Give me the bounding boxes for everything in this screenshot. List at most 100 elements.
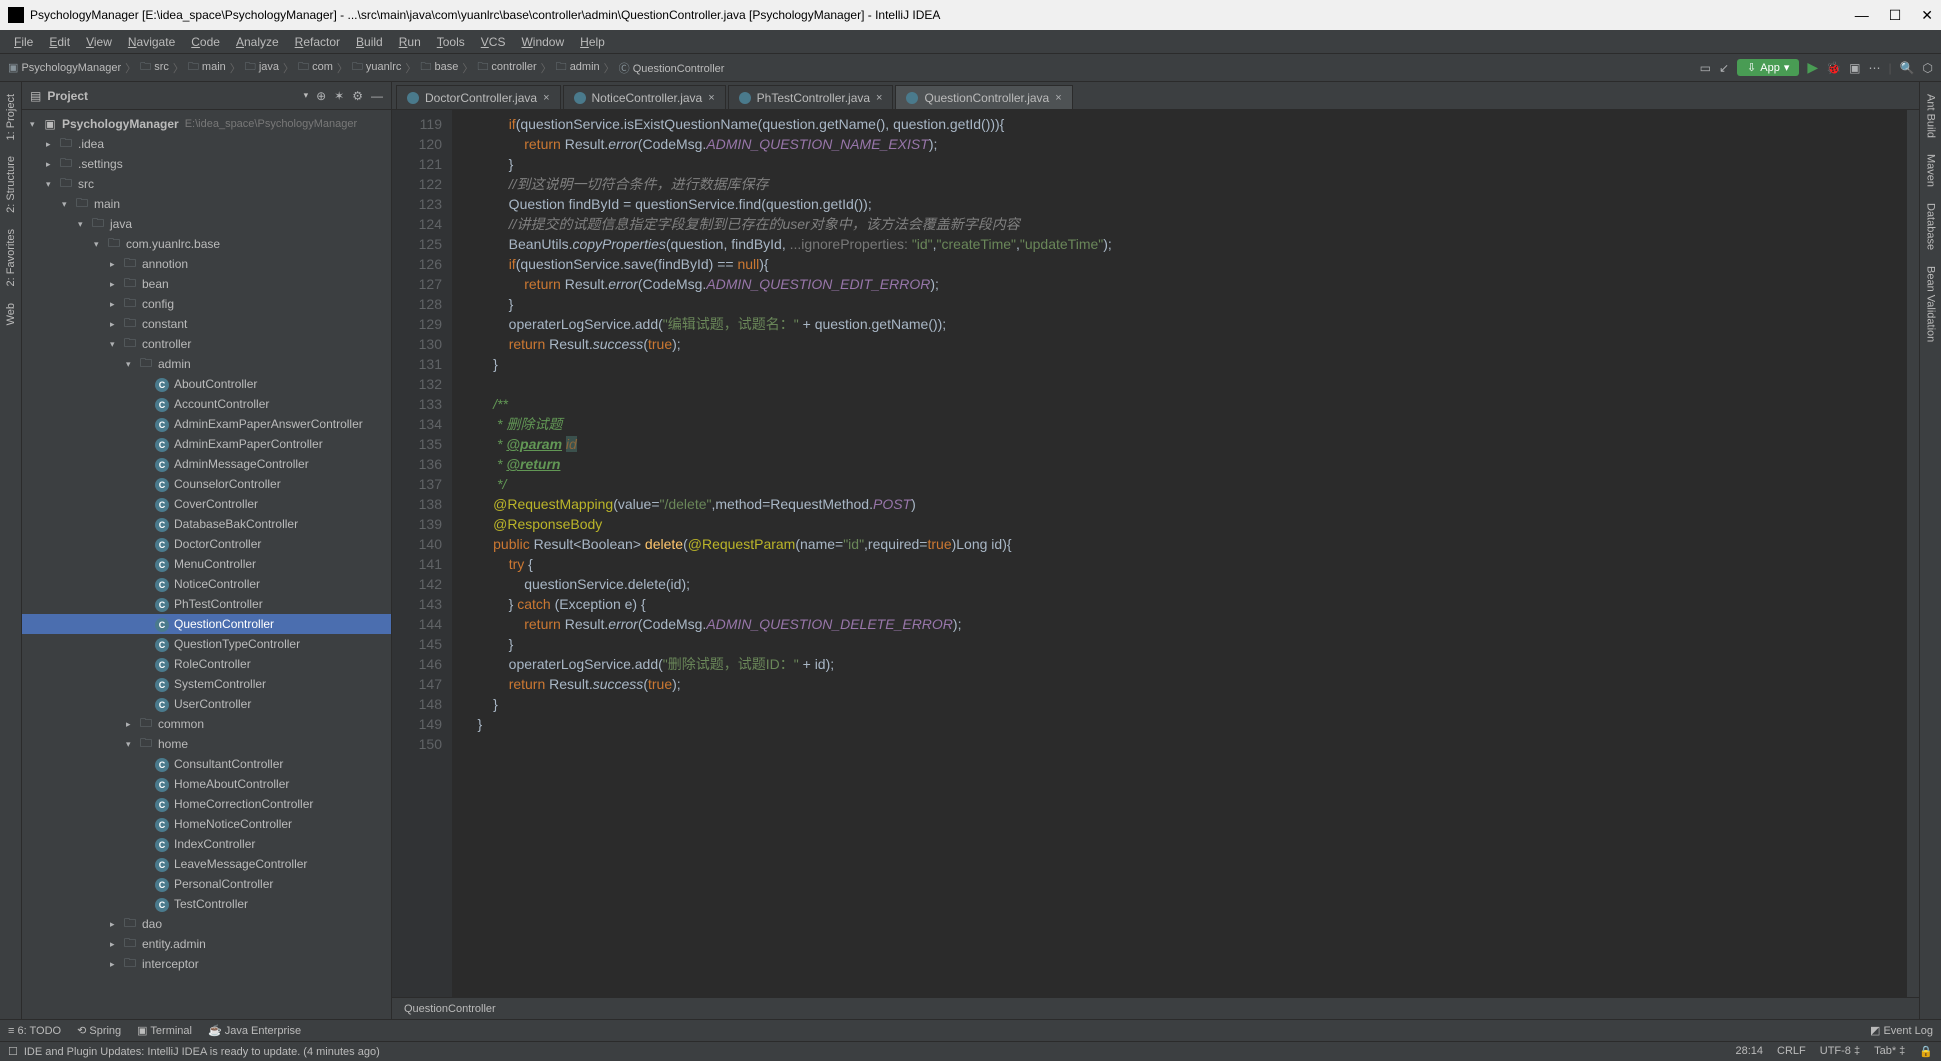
layout-icon[interactable]: ▭ [1700, 61, 1711, 75]
close-tab-icon[interactable]: × [876, 92, 882, 104]
tree-item-annotion[interactable]: ▸🗀annotion [22, 254, 391, 274]
menu-analyze[interactable]: Analyze [230, 33, 285, 51]
editor-tab-noticecontroller[interactable]: NoticeController.java× [563, 85, 726, 109]
bottomtab[interactable]: ▣ Terminal [137, 1024, 192, 1037]
tree-item-constant[interactable]: ▸🗀constant [22, 314, 391, 334]
status-indicator-icon[interactable]: ☐ [8, 1045, 18, 1058]
tree-item-config[interactable]: ▸🗀config [22, 294, 391, 314]
lefttab-web[interactable]: Web [3, 295, 19, 333]
tree-item-testcontroller[interactable]: CTestController [22, 894, 391, 914]
righttab-beanvalidation[interactable]: Bean Validation [1923, 258, 1939, 350]
project-tree[interactable]: ▾▣PsychologyManagerE:\idea_space\Psychol… [22, 110, 391, 1019]
tree-item-adminexampaperanswercontroller[interactable]: CAdminExamPaperAnswerController [22, 414, 391, 434]
tree-item-adminmessagecontroller[interactable]: CAdminMessageController [22, 454, 391, 474]
event-log[interactable]: ◩ Event Log [1870, 1024, 1933, 1037]
breadcrumb-item[interactable]: 🗀 java [245, 58, 279, 77]
run-config-selector[interactable]: ⇩ App ▾ [1737, 59, 1799, 76]
caret-position[interactable]: 28:14 [1735, 1045, 1763, 1058]
breadcrumb-item[interactable]: 🗀 base [420, 58, 458, 77]
indent-setting[interactable]: Tab* ‡ [1874, 1045, 1905, 1058]
tree-item-aboutcontroller[interactable]: CAboutController [22, 374, 391, 394]
bottomtab[interactable]: ⟲ Spring [77, 1024, 121, 1037]
tree-item-indexcontroller[interactable]: CIndexController [22, 834, 391, 854]
editor-tab-doctorcontroller[interactable]: DoctorController.java× [396, 85, 561, 109]
search-icon[interactable]: 🔍 [1900, 61, 1915, 75]
project-dropdown-icon[interactable]: ▾ [304, 90, 309, 101]
code-editor[interactable]: 1191201211221231241251261271281291301311… [392, 110, 1919, 997]
tree-item-rolecontroller[interactable]: CRoleController [22, 654, 391, 674]
menu-file[interactable]: File [8, 33, 39, 51]
lefttab-favorites[interactable]: 2: Favorites [3, 221, 19, 294]
close-button[interactable]: ✕ [1921, 7, 1933, 24]
bottomtab[interactable]: ☕ Java Enterprise [208, 1024, 301, 1037]
righttab-antbuild[interactable]: Ant Build [1923, 86, 1939, 146]
tree-item-phtestcontroller[interactable]: CPhTestController [22, 594, 391, 614]
stop-button[interactable]: ▣ [1849, 61, 1860, 75]
tree-item-home[interactable]: ▾🗀home [22, 734, 391, 754]
menu-refactor[interactable]: Refactor [289, 33, 346, 51]
minimize-button[interactable]: — [1855, 7, 1869, 24]
collapse-all-icon[interactable]: ✶ [334, 89, 344, 103]
tree-item-homeaboutcontroller[interactable]: CHomeAboutController [22, 774, 391, 794]
breadcrumb[interactable]: ▣ PsychologyManager〉🗀 src〉🗀 main〉🗀 java〉… [8, 58, 1700, 77]
tree-item-systemcontroller[interactable]: CSystemController [22, 674, 391, 694]
tree-item-main[interactable]: ▾🗀main [22, 194, 391, 214]
menu-view[interactable]: View [80, 33, 118, 51]
tree-item-src[interactable]: ▾🗀src [22, 174, 391, 194]
tree-item-noticecontroller[interactable]: CNoticeController [22, 574, 391, 594]
tree-item-homenoticecontroller[interactable]: CHomeNoticeController [22, 814, 391, 834]
readonly-lock-icon[interactable]: 🔒 [1919, 1045, 1933, 1058]
breadcrumb-item[interactable]: ▣ PsychologyManager [8, 61, 121, 74]
menu-tools[interactable]: Tools [431, 33, 471, 51]
lefttab-structure[interactable]: 2: Structure [3, 148, 19, 221]
menu-build[interactable]: Build [350, 33, 389, 51]
menu-navigate[interactable]: Navigate [122, 33, 181, 51]
editor-tab-questioncontroller[interactable]: QuestionController.java× [895, 85, 1072, 109]
tree-item-controller[interactable]: ▾🗀controller [22, 334, 391, 354]
bottomtab[interactable]: ≡ 6: TODO [8, 1025, 61, 1037]
maximize-button[interactable]: ☐ [1889, 7, 1902, 24]
menu-edit[interactable]: Edit [43, 33, 76, 51]
righttab-maven[interactable]: Maven [1923, 146, 1939, 195]
hide-icon[interactable]: — [371, 89, 383, 103]
code-content[interactable]: if(questionService.isExistQuestionName(q… [452, 110, 1907, 997]
tree-item-comyuanlrcbase[interactable]: ▾🗀com.yuanlrc.base [22, 234, 391, 254]
breadcrumb-item[interactable]: 🗀 com [298, 58, 333, 77]
tree-item-doctorcontroller[interactable]: CDoctorController [22, 534, 391, 554]
close-tab-icon[interactable]: × [543, 92, 549, 104]
menu-vcs[interactable]: VCS [475, 33, 512, 51]
tree-item-databasebakcontroller[interactable]: CDatabaseBakController [22, 514, 391, 534]
settings-icon[interactable]: ⬡ [1923, 61, 1933, 75]
tree-item-menucontroller[interactable]: CMenuController [22, 554, 391, 574]
file-encoding[interactable]: UTF-8 ‡ [1820, 1045, 1860, 1058]
breadcrumb-item[interactable]: 🗀 src [140, 58, 169, 77]
tree-item-usercontroller[interactable]: CUserController [22, 694, 391, 714]
tree-item-common[interactable]: ▸🗀common [22, 714, 391, 734]
debug-button[interactable]: 🐞 [1826, 61, 1841, 75]
tree-item-covercontroller[interactable]: CCoverController [22, 494, 391, 514]
tree-item-java[interactable]: ▾🗀java [22, 214, 391, 234]
tree-item-consultantcontroller[interactable]: CConsultantController [22, 754, 391, 774]
breadcrumb-item[interactable]: 🗀 yuanlrc [352, 58, 402, 77]
tree-item-entityadmin[interactable]: ▸🗀entity.admin [22, 934, 391, 954]
menu-code[interactable]: Code [185, 33, 226, 51]
breadcrumb-item[interactable]: 🗀 admin [556, 58, 600, 77]
sync-icon[interactable]: ↙ [1719, 61, 1729, 75]
lefttab-project[interactable]: 1: Project [3, 86, 19, 148]
tree-item-interceptor[interactable]: ▸🗀interceptor [22, 954, 391, 974]
tree-item-idea[interactable]: ▸🗀.idea [22, 134, 391, 154]
menu-help[interactable]: Help [574, 33, 611, 51]
more-icon[interactable]: ⋯ [1868, 61, 1880, 75]
breadcrumb-item[interactable]: 🗀 controller [477, 58, 536, 77]
tree-item-personalcontroller[interactable]: CPersonalController [22, 874, 391, 894]
tree-item-leavemessagecontroller[interactable]: CLeaveMessageController [22, 854, 391, 874]
tree-item-questiontypecontroller[interactable]: CQuestionTypeController [22, 634, 391, 654]
breadcrumb-item[interactable]: 🗀 main [188, 58, 226, 77]
gear-icon[interactable]: ⚙ [352, 89, 363, 103]
tree-item-admin[interactable]: ▾🗀admin [22, 354, 391, 374]
tree-item-adminexampapercontroller[interactable]: CAdminExamPaperController [22, 434, 391, 454]
righttab-database[interactable]: Database [1923, 195, 1939, 258]
menu-window[interactable]: Window [515, 33, 570, 51]
editor-tab-phtestcontroller[interactable]: PhTestController.java× [728, 85, 894, 109]
breadcrumb-item[interactable]: Ⓒ QuestionController [619, 60, 725, 76]
